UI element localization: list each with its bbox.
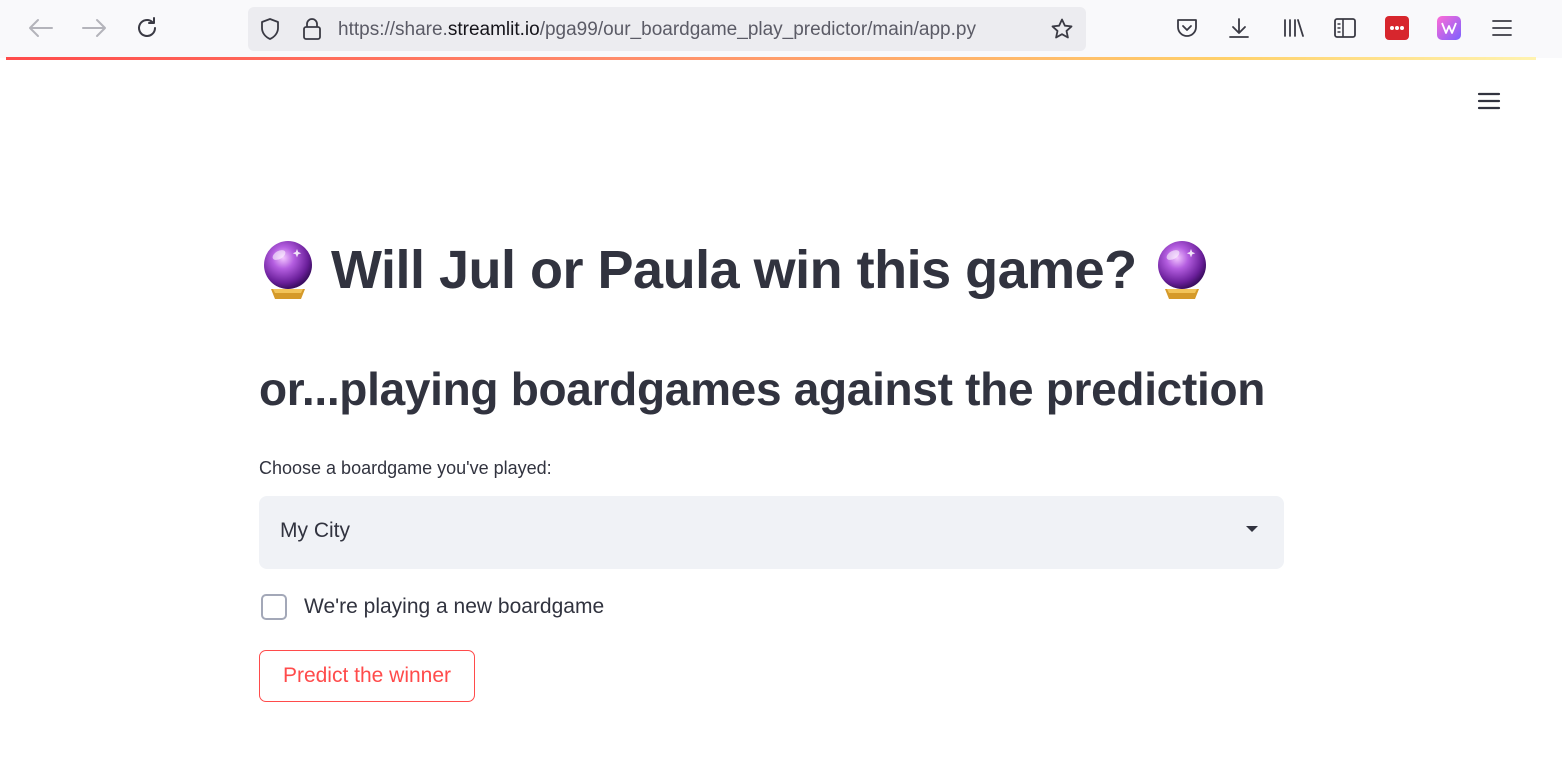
bookmark-star-icon[interactable] xyxy=(1050,17,1074,41)
page-subtitle: or...playing boardgames against the pred… xyxy=(259,363,1266,415)
hamburger-menu-icon[interactable] xyxy=(1474,88,1504,114)
url-domain: streamlit.io xyxy=(447,19,540,40)
reload-icon[interactable] xyxy=(133,14,161,42)
url-text[interactable]: https://share.streamlit.io/pga99/our_boa… xyxy=(338,19,976,41)
predict-winner-button[interactable]: Predict the winner xyxy=(259,650,475,702)
address-bar[interactable]: https://share.streamlit.io/pga99/our_boa… xyxy=(248,7,1086,51)
crystal-ball-icon xyxy=(259,239,317,301)
chevron-down-icon[interactable] xyxy=(1246,526,1258,532)
new-boardgame-checkbox-label[interactable]: We're playing a new boardgame xyxy=(304,595,604,619)
page-title: Will Jul or Paula win this game? xyxy=(259,232,1211,308)
boardgame-select[interactable]: My City xyxy=(259,496,1284,569)
back-arrow-icon[interactable] xyxy=(27,14,55,42)
url-prefix: https://share. xyxy=(338,19,448,40)
library-icon[interactable] xyxy=(1280,15,1306,41)
new-boardgame-checkbox[interactable] xyxy=(261,594,287,620)
sidebar-icon[interactable] xyxy=(1332,15,1358,41)
new-boardgame-checkbox-row[interactable]: We're playing a new boardgame xyxy=(261,594,604,620)
download-icon[interactable] xyxy=(1226,15,1252,41)
boardgame-select-label: Choose a boardgame you've played: xyxy=(259,458,552,478)
forward-arrow-icon[interactable] xyxy=(80,14,108,42)
extension-purple-icon[interactable] xyxy=(1436,15,1462,41)
lock-icon[interactable] xyxy=(300,17,324,41)
crystal-ball-icon xyxy=(1153,239,1211,301)
browser-menu-icon[interactable] xyxy=(1489,15,1515,41)
boardgame-select-value: My City xyxy=(280,519,350,542)
pocket-icon[interactable] xyxy=(1174,15,1200,41)
extension-lastpass-icon[interactable] xyxy=(1384,15,1410,41)
browser-toolbar: https://share.streamlit.io/pga99/our_boa… xyxy=(0,0,1562,58)
shield-icon[interactable] xyxy=(258,17,282,41)
url-path: /pga99/our_boardgame_play_predictor/main… xyxy=(539,19,976,40)
title-text: Will Jul or Paula win this game? xyxy=(331,240,1137,300)
streamlit-decoration-bar xyxy=(6,57,1536,60)
